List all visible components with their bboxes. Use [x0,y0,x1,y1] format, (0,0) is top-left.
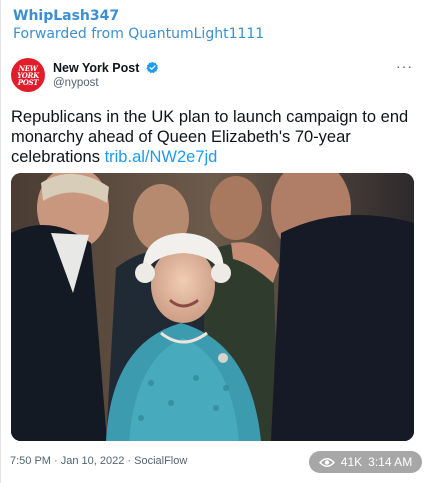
tweet-text: Republicans in the UK plan to launch cam… [11,107,417,167]
avatar[interactable]: NEW YORK POST [11,58,45,92]
avatar-line-3: POST [17,77,39,87]
account-name[interactable]: New York Post [53,61,159,77]
message-bubble: WhipLash347 Forwarded from QuantumLight1… [0,0,426,483]
views-time-badge: 41K 3:14 AM [309,451,422,473]
photo-illustration [11,173,414,441]
eye-icon [318,457,335,468]
message-time: 3:14 AM [368,455,413,469]
forwarded-from[interactable]: Forwarded from QuantumLight1111 [13,26,264,42]
tweet-photo[interactable] [11,173,414,441]
account-name-text: New York Post [53,61,140,75]
account-handle[interactable]: @nypost [53,77,99,89]
sender-name[interactable]: WhipLash347 [13,8,119,24]
more-horizontal-icon[interactable]: ··· [396,58,413,74]
tweet-card[interactable]: NEW YORK POST New York Post @nypost ··· … [1,50,426,450]
tweet-meta: 7:50 PM · Jan 10, 2022 · SocialFlow [10,455,188,467]
verified-badge-icon [146,61,159,77]
tweet-link[interactable]: trib.al/NW2e7jd [105,148,218,166]
views-count: 41K [340,455,363,469]
